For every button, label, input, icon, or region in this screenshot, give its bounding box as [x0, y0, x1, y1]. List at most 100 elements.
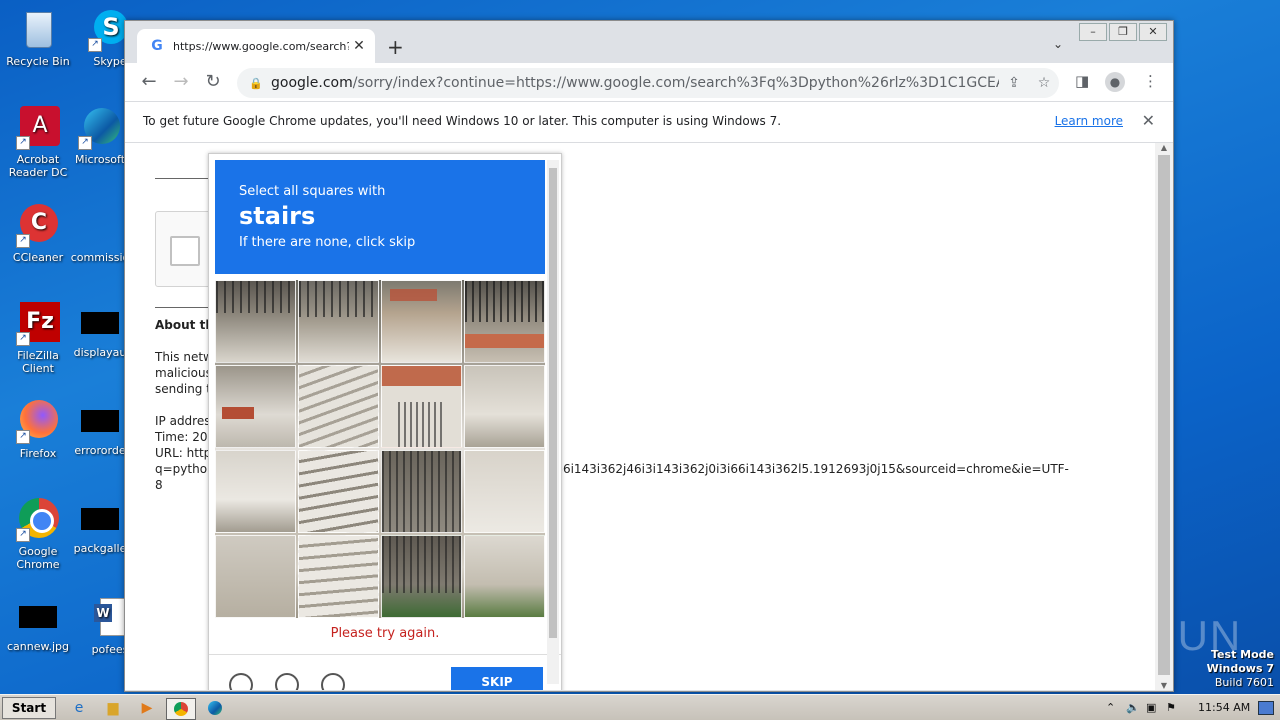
grid-tile[interactable] — [215, 365, 296, 448]
redacted-icon — [81, 508, 119, 530]
redacted-icon — [81, 312, 119, 334]
grid-tile[interactable] — [215, 280, 296, 363]
divider — [155, 178, 215, 179]
volume-icon[interactable]: 🔈 — [1126, 701, 1140, 714]
info-icon[interactable] — [321, 673, 345, 690]
page-scrollbar[interactable]: ▲ ▼ — [1155, 143, 1173, 690]
about-heading: About th — [155, 318, 214, 332]
file-icon — [78, 204, 122, 248]
chrome-taskbar-icon[interactable] — [166, 698, 196, 720]
recaptcha-challenge: Select all squares with stairs If there … — [208, 153, 562, 690]
taskbar: Start e ▆ ▶ ⌃ 🔈 ▣ ⚑ 11:54 AM — [0, 694, 1280, 720]
url-host: google.com — [271, 75, 353, 91]
close-window-button[interactable]: ✕ — [1139, 23, 1167, 41]
filezilla-icon: Fz ↗ — [16, 302, 60, 346]
skip-button[interactable]: SKIP — [451, 667, 543, 690]
infobar-close-icon[interactable]: ✕ — [1142, 111, 1155, 130]
back-button[interactable]: ← — [137, 71, 161, 92]
minimize-button[interactable]: – — [1079, 23, 1107, 41]
new-tab-button[interactable]: + — [387, 35, 404, 59]
action-center-flag-icon[interactable]: ⚑ — [1166, 701, 1176, 714]
challenge-scrollbar[interactable] — [547, 160, 559, 684]
start-button[interactable]: Start — [2, 697, 56, 719]
reload-button[interactable]: ↻ — [201, 71, 225, 92]
challenge-hint: If there are none, click skip — [239, 235, 416, 250]
bookmark-star-icon[interactable]: ☆ — [1029, 75, 1059, 91]
grid-tile[interactable] — [381, 280, 462, 363]
ie-taskbar-icon[interactable]: e — [68, 698, 90, 718]
explorer-taskbar-icon[interactable]: ▆ — [102, 698, 124, 718]
grid-tile[interactable] — [215, 450, 296, 533]
system-tray: ⌃ 🔈 ▣ ⚑ 11:54 AM — [1100, 695, 1280, 720]
redacted-icon — [19, 606, 57, 628]
network-icon[interactable]: ▣ — [1146, 701, 1156, 714]
media-player-taskbar-icon[interactable]: ▶ — [136, 698, 158, 718]
url-query-right: i3i66i143i362j46i3i143i362j0i3i66i143i36… — [541, 462, 1069, 476]
grid-tile[interactable] — [298, 280, 379, 363]
grid-tile[interactable] — [464, 535, 545, 618]
recycle-bin-icon — [16, 8, 60, 52]
grid-tile[interactable] — [464, 365, 545, 448]
grid-tile[interactable] — [298, 365, 379, 448]
show-desktop-button[interactable] — [1258, 701, 1274, 715]
challenge-instruction: Select all squares with — [239, 184, 386, 199]
desktop-icon-recycle-bin[interactable]: Recycle Bin — [0, 8, 76, 68]
grid-tile[interactable] — [381, 365, 462, 448]
recaptcha-checkbox[interactable] — [170, 236, 200, 266]
url-text[interactable]: google.com/sorry/index?continue=https://… — [271, 75, 999, 91]
lock-icon: 🔒 — [249, 76, 263, 90]
share-icon[interactable]: ⇪ — [999, 75, 1029, 91]
challenge-scroll-thumb[interactable] — [549, 168, 557, 638]
challenge-keyword: stairs — [239, 202, 316, 230]
build-line: Build 7601 — [1214, 676, 1274, 689]
page-content: About th This netw malicious sending t I… — [125, 143, 1155, 690]
acrobat-icon: A ↗ — [16, 106, 60, 150]
window-controls: – ❐ ✕ — [1077, 23, 1167, 41]
address-bar[interactable]: 🔒 google.com/sorry/index?continue=https:… — [237, 68, 1059, 98]
grid-tile[interactable] — [298, 535, 379, 618]
edge-icon: ↗ — [78, 106, 122, 150]
grid-tile[interactable] — [381, 535, 462, 618]
chrome-icon: ↗ — [16, 498, 60, 542]
update-infobar: To get future Google Chrome updates, you… — [125, 101, 1173, 143]
grid-tile[interactable] — [464, 280, 545, 363]
tab-search-chevron-icon[interactable]: ⌄ — [1053, 37, 1063, 51]
profile-avatar-icon[interactable]: ● — [1105, 72, 1125, 92]
desktop-icon-label: Recycle Bin — [6, 55, 70, 68]
clock[interactable]: 11:54 AM — [1198, 701, 1250, 714]
about-text-line: sending t — [155, 382, 211, 396]
about-text-line: malicious — [155, 366, 212, 380]
desktop-icon-cannew[interactable]: cannew.jpg — [0, 596, 76, 653]
url-line: URL: http — [155, 446, 212, 460]
test-mode-line: Test Mode — [1211, 648, 1274, 661]
grid-tile[interactable] — [464, 450, 545, 533]
audio-challenge-icon[interactable] — [275, 673, 299, 690]
grid-tile[interactable] — [298, 450, 379, 533]
scroll-down-icon[interactable]: ▼ — [1155, 681, 1173, 690]
forward-button[interactable]: → — [169, 71, 193, 92]
grid-tile[interactable] — [215, 535, 296, 618]
divider — [155, 307, 215, 308]
side-panel-icon[interactable]: ◨ — [1075, 72, 1089, 90]
challenge-header: Select all squares with stairs If there … — [215, 160, 545, 274]
chrome-window: – ❐ ✕ G https://www.google.com/search?q=… — [124, 20, 1174, 692]
ip-address-line: IP addres — [155, 414, 211, 428]
about-text-line: This netw — [155, 350, 213, 364]
browser-toolbar: ← → ↻ 🔒 google.com/sorry/index?continue=… — [125, 63, 1173, 101]
browser-tab[interactable]: G https://www.google.com/search?q= ✕ — [137, 29, 375, 63]
reload-challenge-icon[interactable] — [229, 673, 253, 690]
url-query-left: q=python — [155, 462, 215, 476]
grid-tile[interactable] — [381, 450, 462, 533]
menu-kebab-icon[interactable]: ⋮ — [1143, 72, 1158, 90]
learn-more-link[interactable]: Learn more — [1055, 114, 1123, 128]
tab-close-icon[interactable]: ✕ — [349, 38, 369, 54]
tray-expand-icon[interactable]: ⌃ — [1106, 701, 1115, 714]
edge-taskbar-icon[interactable] — [204, 698, 226, 718]
page-scroll-thumb[interactable] — [1158, 155, 1170, 675]
scroll-up-icon[interactable]: ▲ — [1155, 143, 1173, 152]
time-line: Time: 202 — [155, 430, 216, 444]
url-path: /sorry/index?continue=https://www.google… — [352, 75, 999, 91]
restore-button[interactable]: ❐ — [1109, 23, 1137, 41]
firefox-icon: ↗ — [16, 400, 60, 444]
error-message: Please try again. — [330, 626, 440, 641]
